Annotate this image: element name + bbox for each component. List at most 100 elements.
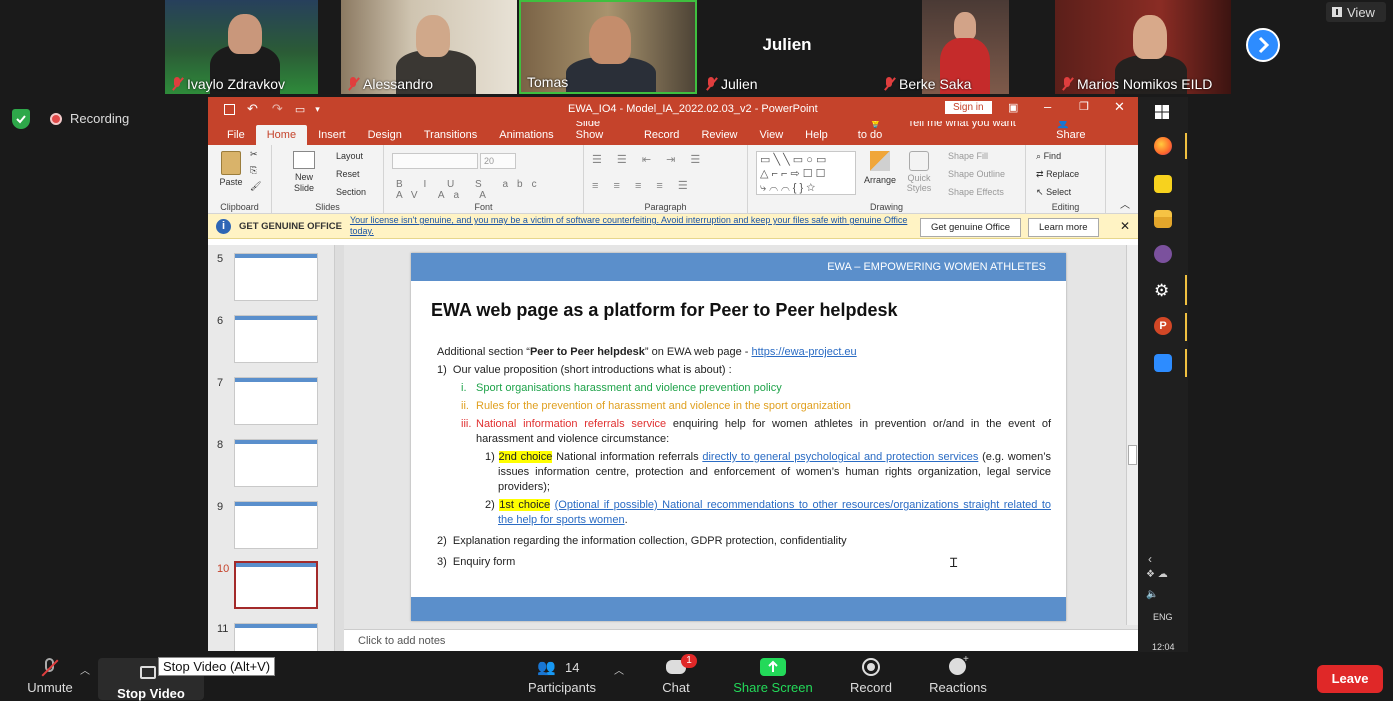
slide-thumbnail[interactable] xyxy=(234,501,318,549)
tab-transitions[interactable]: Transitions xyxy=(413,125,488,145)
tab-insert[interactable]: Insert xyxy=(307,125,357,145)
replace-button[interactable]: ⇄ Replace xyxy=(1036,169,1079,180)
slide-thumbnail[interactable] xyxy=(234,315,318,363)
editor-scrollbar[interactable] xyxy=(1126,245,1138,625)
file-explorer-icon[interactable] xyxy=(1154,210,1172,228)
shape-outline-button[interactable]: Shape Outline xyxy=(948,169,1005,179)
tab-file[interactable]: File xyxy=(216,125,256,145)
firefox-icon[interactable] xyxy=(1154,137,1172,155)
participant-tile[interactable]: Marios Nomikos EILD xyxy=(1055,0,1231,94)
tab-home[interactable]: Home xyxy=(255,125,308,145)
paste-button[interactable]: Paste xyxy=(216,151,246,187)
tab-animations[interactable]: Animations xyxy=(488,125,564,145)
tab-review[interactable]: Review xyxy=(690,125,748,145)
shape-effects-button[interactable]: Shape Effects xyxy=(948,187,1004,197)
section-button[interactable]: Section xyxy=(336,187,366,197)
record-button[interactable]: Record xyxy=(844,658,898,695)
participants-button[interactable]: 👥 14 Participants xyxy=(520,658,604,695)
cut-icon[interactable]: ✂ xyxy=(250,149,258,160)
viber-icon[interactable] xyxy=(1154,245,1172,263)
language-indicator[interactable]: ENG xyxy=(1153,612,1173,622)
audio-options-caret[interactable]: ︿ xyxy=(80,662,90,677)
participant-face xyxy=(1133,15,1167,59)
slide-thumbnail-selected[interactable] xyxy=(234,561,318,609)
copy-icon[interactable]: ⎘ xyxy=(250,165,257,176)
get-genuine-office-button[interactable]: Get genuine Office xyxy=(920,218,1022,237)
minimize-button[interactable]: – xyxy=(1044,99,1051,114)
slide-body[interactable]: Additional section “Peer to Peer helpdes… xyxy=(431,345,1051,573)
collapse-ribbon-icon[interactable]: ︿ xyxy=(1120,196,1130,211)
tab-help[interactable]: Help xyxy=(794,125,839,145)
close-button[interactable]: ✕ xyxy=(1114,99,1125,115)
windows-start-icon[interactable] xyxy=(1155,105,1169,119)
arrange-button[interactable]: Arrange xyxy=(864,151,896,185)
notes-pane[interactable]: Click to add notes xyxy=(344,629,1138,651)
slide-title[interactable]: EWA web page as a platform for Peer to P… xyxy=(431,300,897,321)
show-hidden-icons[interactable]: ‹ xyxy=(1148,552,1152,566)
redo-icon[interactable]: ↷ xyxy=(272,101,283,117)
slides-group: New Slide Layout Reset Section Slides xyxy=(272,145,384,214)
security-shield-icon[interactable] xyxy=(12,109,30,129)
participant-tile[interactable]: Berke Saka xyxy=(877,0,1053,94)
license-message[interactable]: Your license isn't genuine, and you may … xyxy=(350,215,910,237)
tab-design[interactable]: Design xyxy=(357,125,413,145)
next-page-button[interactable] xyxy=(1246,28,1280,62)
thumb-number-selected: 10 xyxy=(217,563,230,575)
text-cursor-icon: Ɪ xyxy=(950,555,958,570)
customize-qat-icon[interactable]: ▾ xyxy=(315,104,320,115)
save-icon[interactable] xyxy=(224,103,235,115)
quick-styles-button[interactable]: Quick Styles xyxy=(904,151,934,193)
recording-indicator[interactable]: Recording xyxy=(50,111,129,126)
reactions-button[interactable]: + Reactions xyxy=(926,654,990,695)
ribbon-display-icon[interactable]: ▣ xyxy=(1008,101,1018,114)
settings-icon[interactable]: ⚙ xyxy=(1154,281,1169,301)
alignment-icons[interactable]: ≡ ≡ ≡ ≡ ☰ xyxy=(592,179,694,192)
maximize-button[interactable]: ❐ xyxy=(1079,100,1089,113)
paragraph-icons[interactable]: ☰ ☰ ⇤ ⇥ ☰ xyxy=(592,153,706,166)
dropbox-icon[interactable]: ❖ ☁ xyxy=(1146,569,1168,580)
tab-record[interactable]: Record xyxy=(633,125,690,145)
participants-caret[interactable]: ︿ xyxy=(614,662,624,677)
powerpoint-icon[interactable]: P xyxy=(1154,317,1172,335)
shapes-gallery[interactable]: ▭ ╲ ╲ ▭ ○ ▭ △ ⌐ ⌐ ⇨ ☐ ☐ ⤷ ⌒ ⌒ { } ☆ xyxy=(756,151,856,195)
participant-name: Marios Nomikos EILD xyxy=(1077,76,1213,92)
reactions-label: Reactions xyxy=(929,680,987,695)
scroll-thumb[interactable] xyxy=(1128,445,1137,465)
format-painter-icon[interactable]: 🖌 xyxy=(250,181,261,192)
leave-button[interactable]: Leave xyxy=(1317,665,1383,693)
learn-more-button[interactable]: Learn more xyxy=(1028,218,1099,237)
slideshow-icon[interactable]: ▭ xyxy=(295,103,305,116)
font-format-icons[interactable]: B I U S abc AV Aa A xyxy=(396,179,583,201)
slide-canvas[interactable]: EWA – EMPOWERING WOMEN ATHLETES EWA web … xyxy=(411,253,1066,621)
share-screen-button[interactable]: Share Screen xyxy=(730,658,816,695)
find-button[interactable]: ⌕ Find xyxy=(1036,151,1061,162)
slide-thumbnail[interactable] xyxy=(234,253,318,301)
tab-view[interactable]: View xyxy=(749,125,795,145)
participant-tile[interactable]: Ivaylo Zdravkov xyxy=(165,0,318,94)
close-warning-icon[interactable]: ✕ xyxy=(1120,219,1130,233)
new-slide-button[interactable]: New Slide xyxy=(288,151,320,194)
volume-icon[interactable]: 🔈 xyxy=(1146,589,1158,600)
view-button[interactable]: View xyxy=(1326,2,1386,22)
zoom-icon[interactable] xyxy=(1154,354,1172,372)
sign-in-button[interactable]: Sign in xyxy=(945,101,992,114)
reset-button[interactable]: Reset xyxy=(336,169,360,179)
participant-tile[interactable]: Alessandro xyxy=(341,0,517,94)
unmute-button[interactable]: Unmute xyxy=(22,658,78,695)
select-button[interactable]: ↖ Select xyxy=(1036,187,1071,198)
slide-thumbnail[interactable] xyxy=(234,439,318,487)
shape-fill-button[interactable]: Shape Fill xyxy=(948,151,988,161)
thumbnails-scrollbar[interactable] xyxy=(334,245,344,651)
chat-button[interactable]: 1 Chat xyxy=(652,654,700,695)
slide-thumbnail[interactable] xyxy=(234,623,318,651)
ewa-link[interactable]: https://ewa-project.eu xyxy=(752,346,857,358)
layout-button[interactable]: Layout xyxy=(336,151,363,161)
font-size-input[interactable]: 20 xyxy=(480,153,516,169)
participant-tile-active[interactable]: Tomas xyxy=(519,0,697,94)
undo-icon[interactable]: ↶ xyxy=(247,101,258,117)
font-name-input[interactable] xyxy=(392,153,478,169)
participant-tile[interactable]: Julien Julien xyxy=(699,0,875,94)
sticky-notes-icon[interactable] xyxy=(1154,175,1172,193)
clock[interactable]: 12:04 xyxy=(1152,642,1175,652)
slide-thumbnail[interactable] xyxy=(234,377,318,425)
